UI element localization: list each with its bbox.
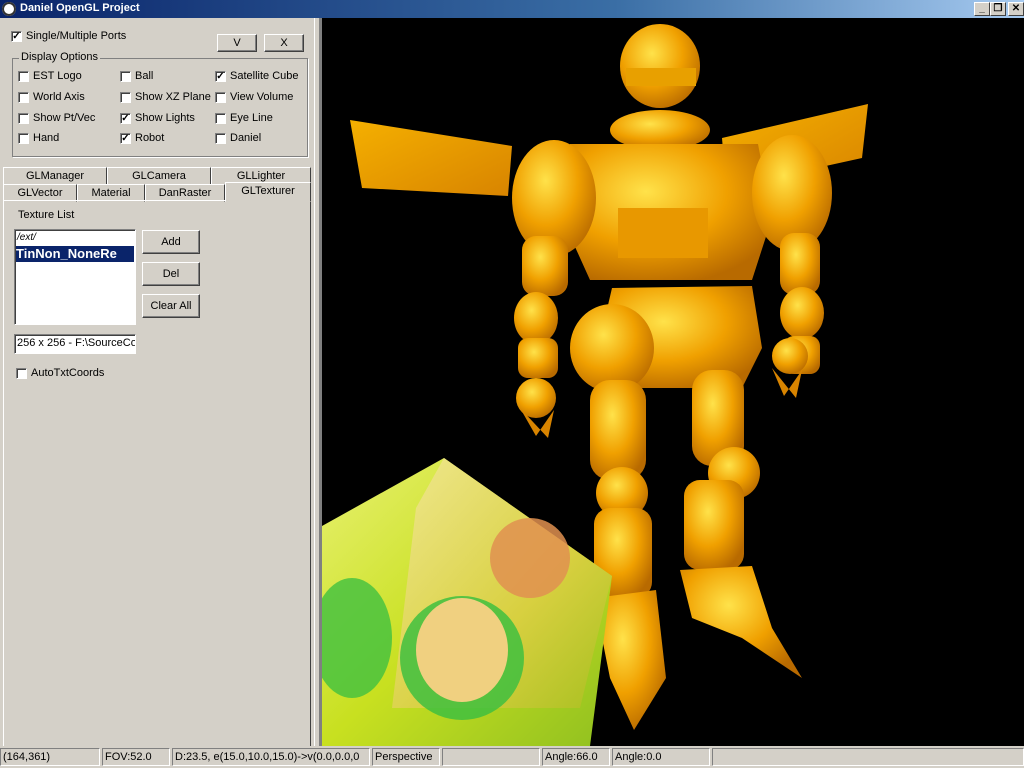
single-multiple-ports-checkbox[interactable]: ✓ Single/Multiple Ports xyxy=(11,30,126,42)
control-pane: ✓ Single/Multiple Ports V X Display Opti… xyxy=(0,18,314,760)
tab-glcamera[interactable]: GLCamera xyxy=(107,167,211,185)
checkbox-label: Show Pt/Vec xyxy=(33,112,96,124)
status-empty-2 xyxy=(712,748,1024,766)
display-option-show-lights-checkbox[interactable]: ✓ Show Lights xyxy=(120,112,195,124)
add-button[interactable]: Add xyxy=(142,230,200,254)
checkbox-box: ✓ xyxy=(11,30,22,42)
clear-all-button[interactable]: Clear All xyxy=(142,294,200,318)
checkbox-box: ✓ xyxy=(120,112,131,124)
checkbox-box xyxy=(215,91,226,103)
left-wing xyxy=(350,120,512,196)
checkbox-box xyxy=(120,91,131,103)
list-item-selected[interactable]: TinNon_NoneRe xyxy=(16,246,134,262)
checkbox-label: EST Logo xyxy=(33,70,82,82)
tab-glmanager[interactable]: GLManager xyxy=(3,167,107,185)
status-cursor-coords: (164,361) xyxy=(0,748,100,766)
checkbox-box: ✓ xyxy=(120,132,131,144)
display-option-view-volume-checkbox[interactable]: View Volume xyxy=(215,91,293,103)
display-option-daniel-checkbox[interactable]: Daniel xyxy=(215,132,261,144)
status-bar: (164,361) FOV:52.0 D:23.5, e(15.0,10.0,1… xyxy=(0,746,1024,768)
checkbox-box xyxy=(18,91,29,103)
checkbox-label: Robot xyxy=(135,132,165,144)
checkbox-label: Daniel xyxy=(230,132,262,144)
checkbox-box xyxy=(18,70,29,82)
status-camera: D:23.5, e(15.0,10.0,15.0)->v(0.0,0.0,0 xyxy=(172,748,370,766)
checkbox-label: Hand xyxy=(33,132,60,144)
scene-render xyxy=(322,24,868,746)
status-fov: FOV:52.0 xyxy=(102,748,170,766)
checkbox-label: Eye Line xyxy=(230,112,273,124)
texture-list-label: Texture List xyxy=(18,209,75,221)
checkbox-label: Satellite Cube xyxy=(230,70,299,82)
title-bar: Daniel OpenGL Project _ ❐ ✕ xyxy=(0,0,1024,18)
app-icon[interactable] xyxy=(2,2,16,16)
checkbox-box xyxy=(215,132,226,144)
maximize-button[interactable]: ❐ xyxy=(990,2,1006,16)
checkbox-label: Show XZ Plane xyxy=(135,91,211,103)
checkbox-box xyxy=(16,367,27,379)
checkbox-label: Ball xyxy=(135,70,154,82)
checkbox-label: Show Lights xyxy=(135,112,195,124)
tab-gltexturer[interactable]: GLTexturer xyxy=(225,182,311,202)
minimize-button[interactable]: _ xyxy=(974,2,990,16)
status-angle-1: Angle:66.0 xyxy=(542,748,610,766)
gltexturer-panel: Texture List /ext/ TinNon_NoneRe Add Del… xyxy=(3,200,311,760)
display-option-eye-line-checkbox[interactable]: Eye Line xyxy=(215,112,273,124)
del-button[interactable]: Del xyxy=(142,262,200,286)
checkbox-box xyxy=(18,112,29,124)
display-option-hand-checkbox[interactable]: Hand xyxy=(18,132,59,144)
opengl-viewport[interactable] xyxy=(320,18,1024,746)
texture-info-field[interactable]: 256 x 256 - F:\SourceCo xyxy=(14,334,136,354)
texture-listbox[interactable]: /ext/ TinNon_NoneRe xyxy=(14,229,136,325)
display-option-show-pt-vec-checkbox[interactable]: Show Pt/Vec xyxy=(18,112,95,124)
window-title: Daniel OpenGL Project xyxy=(20,2,140,14)
status-projection: Perspective xyxy=(372,748,440,766)
checkbox-box xyxy=(18,132,29,144)
list-item[interactable]: /ext/ xyxy=(17,232,36,243)
display-option-show-xz-plane-checkbox[interactable]: Show XZ Plane xyxy=(120,91,211,103)
x-button[interactable]: X xyxy=(264,34,304,52)
display-option-est-logo-checkbox[interactable]: EST Logo xyxy=(18,70,82,82)
checkbox-label: Single/Multiple Ports xyxy=(26,30,127,42)
satellite-cube xyxy=(322,458,612,746)
checkbox-label: View Volume xyxy=(230,91,294,103)
close-button[interactable]: ✕ xyxy=(1008,2,1024,16)
checkbox-box xyxy=(215,112,226,124)
checkbox-box: ✓ xyxy=(215,70,226,82)
status-empty-1 xyxy=(442,748,540,766)
group-legend: Display Options xyxy=(19,51,101,63)
auto-txt-coords-checkbox[interactable]: AutoTxtCoords xyxy=(16,367,104,379)
display-option-robot-checkbox[interactable]: ✓ Robot xyxy=(120,132,164,144)
display-option-world-axis-checkbox[interactable]: World Axis xyxy=(18,91,85,103)
checkbox-label: World Axis xyxy=(33,91,85,103)
checkbox-box xyxy=(120,70,131,82)
display-option-satellite-cube-checkbox[interactable]: ✓ Satellite Cube xyxy=(215,70,299,82)
status-angle-2: Angle:0.0 xyxy=(612,748,710,766)
display-option-ball-checkbox[interactable]: Ball xyxy=(120,70,153,82)
v-button[interactable]: V xyxy=(217,34,257,52)
checkbox-label: AutoTxtCoords xyxy=(31,367,105,379)
